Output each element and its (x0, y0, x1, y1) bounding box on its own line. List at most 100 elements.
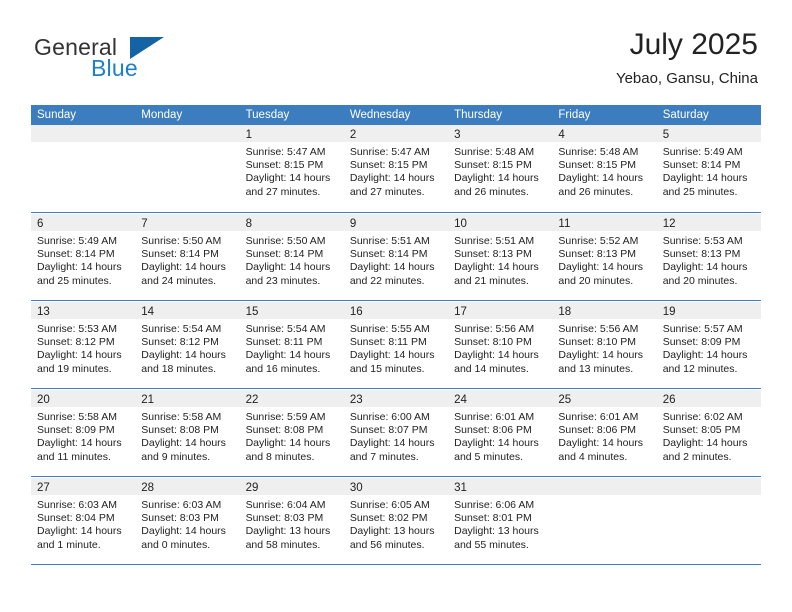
day-number-band: 17 (448, 302, 553, 319)
day-cell-9[interactable]: 9 Sunrise: 5:51 AM Sunset: 8:14 PM Daylight… (343, 214, 449, 300)
daylight-line-1: Daylight: 14 hours (141, 261, 226, 274)
daylight-line-2: and 22 minutes. (349, 274, 425, 287)
day-number-band (31, 125, 136, 142)
daylight-line-2: and 15 minutes. (349, 362, 425, 375)
day-cell-5[interactable]: 5 Sunrise: 5:49 AM Sunset: 8:14 PM Daylight… (656, 125, 761, 212)
location-subtitle: Yebao, Gansu, China (615, 70, 758, 87)
sunset-line: Sunset: 8:10 PM (558, 336, 637, 349)
day-sun-info: Sunrise: 6:00 AM Sunset: 8:07 PM Daylight:… (344, 407, 448, 464)
day-cell-2[interactable]: 2 Sunrise: 5:47 AM Sunset: 8:15 PM Daylight… (343, 125, 449, 212)
day-cell-21[interactable]: 21 Sunrise: 5:58 AM Sunset: 8:08 PM Dayligh… (135, 390, 240, 476)
day-cell-14[interactable]: 14 Sunrise: 5:54 AM Sunset: 8:12 PM Dayligh… (135, 302, 240, 388)
daylight-line-1: Daylight: 14 hours (558, 349, 644, 362)
title-block: July 2025 Yebao, Gansu, China (616, 28, 758, 90)
day-number-band: 27 (31, 478, 136, 495)
weekday-header-monday: Monday (141, 109, 183, 121)
calendar-week-row: 6 Sunrise: 5:49 AM Sunset: 8:14 PM Daylight… (31, 213, 761, 301)
day-cell-empty (135, 125, 240, 212)
day-cell-31[interactable]: 31 Sunrise: 6:06 AM Sunset: 8:01 PM Dayligh… (448, 478, 553, 564)
day-number-band: 28 (135, 478, 240, 495)
daylight-line-1: Daylight: 14 hours (37, 349, 122, 362)
day-cell-20[interactable]: 20 Sunrise: 5:58 AM Sunset: 8:09 PM Dayligh… (31, 390, 136, 476)
sunrise-line: Sunrise: 5:47 AM (349, 146, 430, 158)
day-cell-18[interactable]: 18 Sunrise: 5:56 AM Sunset: 8:10 PM Dayligh… (552, 302, 657, 388)
sunset-line: Sunset: 8:02 PM (349, 512, 428, 525)
day-cell-24[interactable]: 24 Sunrise: 6:01 AM Sunset: 8:06 PM Dayligh… (448, 390, 553, 476)
day-number: 5 (662, 129, 670, 141)
day-cell-27[interactable]: 27 Sunrise: 6:03 AM Sunset: 8:04 PM Dayligh… (31, 478, 136, 564)
calendar-week-row: 13 Sunrise: 5:53 AM Sunset: 8:12 PM Dayligh… (31, 301, 761, 389)
daylight-line-2: and 13 minutes. (558, 362, 634, 375)
sunset-line: Sunset: 8:01 PM (454, 512, 532, 525)
sunset-line: Sunset: 8:10 PM (454, 336, 532, 349)
daylight-line-1: Daylight: 14 hours (245, 349, 331, 362)
day-cell-empty (552, 478, 657, 564)
day-cell-1[interactable]: 1 Sunrise: 5:47 AM Sunset: 8:15 PM Daylight… (239, 125, 344, 212)
sunrise-line: Sunrise: 6:00 AM (349, 411, 430, 423)
daylight-line-1: Daylight: 14 hours (558, 261, 644, 274)
day-sun-info: Sunrise: 6:02 AM Sunset: 8:05 PM Daylight:… (657, 407, 761, 464)
daylight-line-1: Daylight: 14 hours (37, 261, 122, 274)
day-cell-19[interactable]: 19 Sunrise: 5:57 AM Sunset: 8:09 PM Dayligh… (656, 302, 761, 388)
sunset-line: Sunset: 8:13 PM (454, 248, 532, 261)
sunset-line: Sunset: 8:12 PM (141, 336, 219, 349)
general-blue-logo[interactable]: General Blue (34, 34, 244, 94)
day-number: 19 (662, 306, 676, 318)
day-cell-15[interactable]: 15 Sunrise: 5:54 AM Sunset: 8:11 PM Dayligh… (239, 302, 344, 388)
day-number-band: 12 (656, 214, 761, 231)
day-cell-22[interactable]: 22 Sunrise: 5:59 AM Sunset: 8:08 PM Dayligh… (239, 390, 344, 476)
day-cell-13[interactable]: 13 Sunrise: 5:53 AM Sunset: 8:12 PM Dayligh… (31, 302, 136, 388)
sunrise-line: Sunrise: 5:51 AM (349, 235, 430, 247)
daylight-line-1: Daylight: 13 hours (454, 525, 539, 538)
day-cell-10[interactable]: 10 Sunrise: 5:51 AM Sunset: 8:13 PM Dayligh… (448, 214, 553, 300)
day-cell-11[interactable]: 11 Sunrise: 5:52 AM Sunset: 8:13 PM Dayligh… (552, 214, 657, 300)
day-cell-28[interactable]: 28 Sunrise: 6:03 AM Sunset: 8:03 PM Dayligh… (135, 478, 240, 564)
sunset-line: Sunset: 8:07 PM (349, 424, 428, 437)
day-cell-12[interactable]: 12 Sunrise: 5:53 AM Sunset: 8:13 PM Dayligh… (656, 214, 761, 300)
sunrise-line: Sunrise: 5:50 AM (141, 235, 222, 247)
day-sun-info: Sunrise: 5:56 AM Sunset: 8:10 PM Daylight:… (552, 319, 656, 376)
day-cell-29[interactable]: 29 Sunrise: 6:04 AM Sunset: 8:03 PM Dayligh… (239, 478, 344, 564)
day-number: 20 (37, 394, 50, 406)
day-number-band: 7 (135, 214, 240, 231)
day-cell-25[interactable]: 25 Sunrise: 6:01 AM Sunset: 8:06 PM Dayligh… (552, 390, 657, 476)
daylight-line-1: Daylight: 14 hours (245, 437, 331, 450)
day-cell-26[interactable]: 26 Sunrise: 6:02 AM Sunset: 8:05 PM Dayligh… (656, 390, 761, 476)
sunset-line: Sunset: 8:15 PM (349, 159, 428, 172)
daylight-line-1: Daylight: 14 hours (37, 437, 122, 450)
sunset-line: Sunset: 8:05 PM (662, 424, 741, 437)
day-number-band: 19 (656, 302, 761, 319)
daylight-line-2: and 14 minutes. (454, 362, 529, 375)
day-sun-info: Sunrise: 5:49 AM Sunset: 8:14 PM Daylight:… (31, 231, 135, 288)
sunset-line: Sunset: 8:09 PM (37, 424, 115, 437)
day-number: 31 (454, 482, 467, 494)
day-cell-7[interactable]: 7 Sunrise: 5:50 AM Sunset: 8:14 PM Daylight… (135, 214, 240, 300)
day-cell-16[interactable]: 16 Sunrise: 5:55 AM Sunset: 8:11 PM Dayligh… (343, 302, 449, 388)
day-number: 21 (141, 394, 155, 406)
sunset-line: Sunset: 8:03 PM (245, 512, 324, 525)
page-title: July 2025 (629, 28, 758, 61)
daylight-line-1: Daylight: 14 hours (349, 172, 435, 185)
day-number-band: 25 (552, 390, 657, 407)
sunset-line: Sunset: 8:13 PM (558, 248, 637, 261)
day-cell-23[interactable]: 23 Sunrise: 6:00 AM Sunset: 8:07 PM Dayligh… (343, 390, 449, 476)
day-cell-6[interactable]: 6 Sunrise: 5:49 AM Sunset: 8:14 PM Daylight… (31, 214, 136, 300)
day-cell-4[interactable]: 4 Sunrise: 5:48 AM Sunset: 8:15 PM Daylight… (552, 125, 657, 212)
day-number: 29 (245, 482, 259, 494)
sunrise-line: Sunrise: 5:58 AM (37, 411, 117, 423)
day-cell-8[interactable]: 8 Sunrise: 5:50 AM Sunset: 8:14 PM Daylight… (239, 214, 344, 300)
day-number-band: 9 (343, 214, 449, 231)
weekday-header-thursday: Thursday (454, 109, 503, 121)
sunset-line: Sunset: 8:12 PM (37, 336, 115, 349)
sunset-line: Sunset: 8:13 PM (662, 248, 741, 261)
daylight-line-1: Daylight: 14 hours (662, 437, 748, 450)
sunset-line: Sunset: 8:14 PM (349, 248, 428, 261)
daylight-line-2: and 25 minutes. (662, 185, 738, 198)
day-cell-30[interactable]: 30 Sunrise: 6:05 AM Sunset: 8:02 PM Dayligh… (343, 478, 449, 564)
day-sun-info: Sunrise: 5:49 AM Sunset: 8:14 PM Daylight:… (657, 142, 761, 199)
daylight-line-1: Daylight: 14 hours (454, 349, 539, 362)
day-cell-3[interactable]: 3 Sunrise: 5:48 AM Sunset: 8:15 PM Daylight… (448, 125, 553, 212)
weekday-header-sunday: Sunday (37, 109, 77, 121)
day-number: 10 (454, 218, 467, 230)
day-cell-17[interactable]: 17 Sunrise: 5:56 AM Sunset: 8:10 PM Dayligh… (448, 302, 553, 388)
